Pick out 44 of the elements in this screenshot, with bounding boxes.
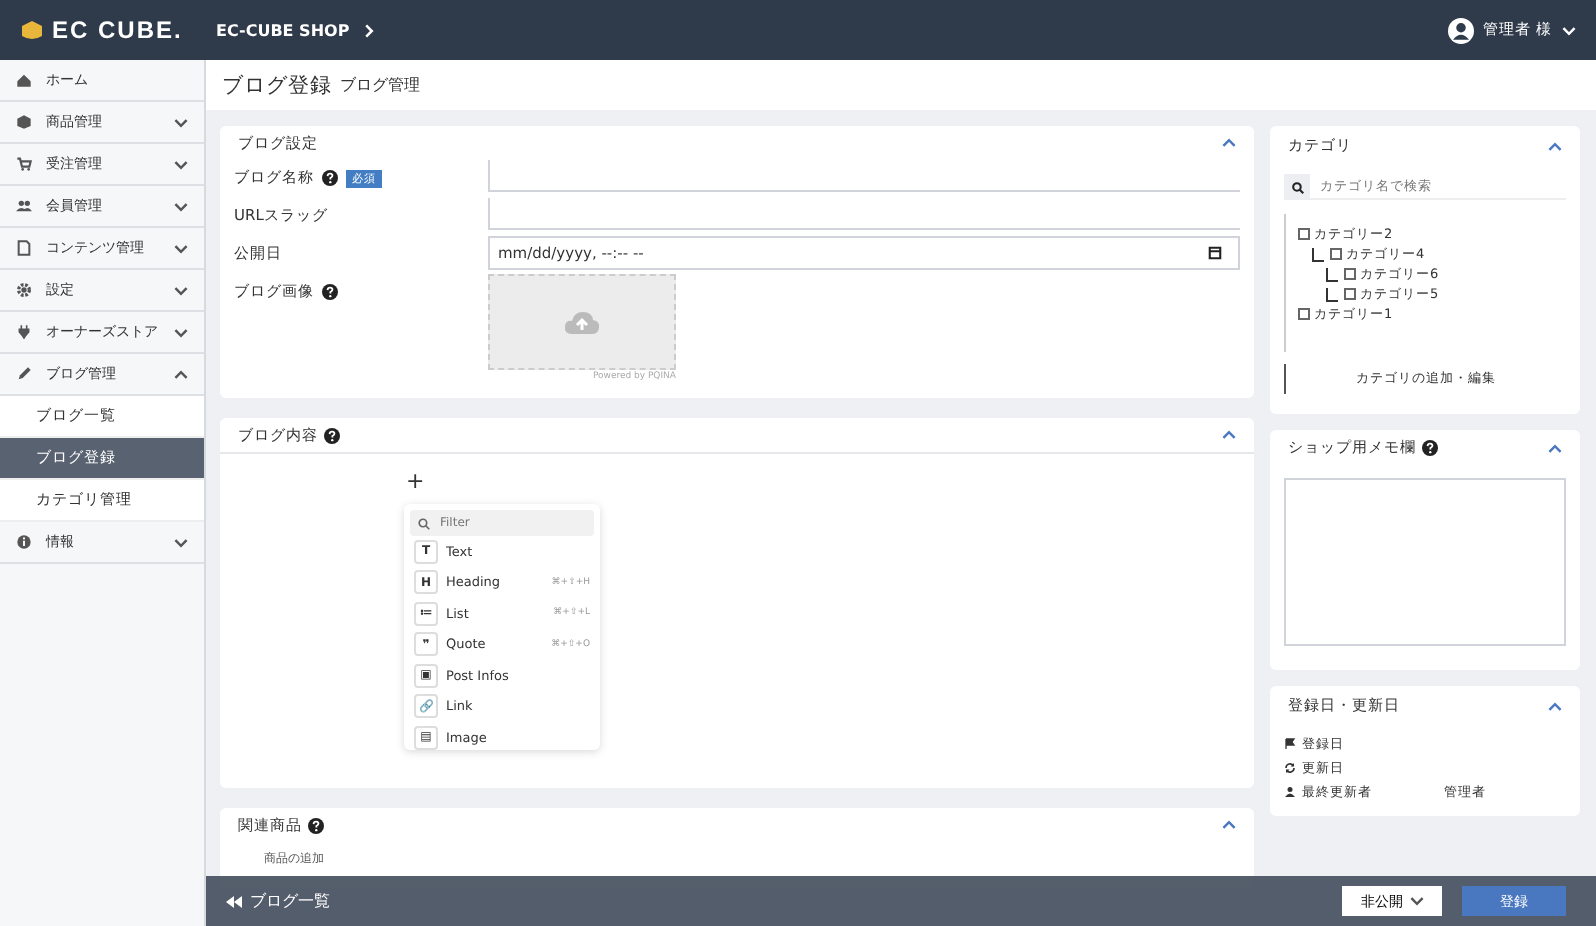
users-icon (16, 198, 32, 214)
chevron-up-icon[interactable] (1548, 443, 1562, 453)
back-link[interactable]: ブログ一覧 (226, 890, 330, 912)
page-title: ブログ登録 (222, 71, 332, 99)
help-icon[interactable] (324, 427, 340, 443)
chevron-up-icon[interactable] (174, 369, 188, 379)
checkbox[interactable] (1344, 268, 1356, 280)
chevron-up-icon[interactable] (1548, 141, 1562, 151)
settings-icon (16, 282, 32, 298)
search-icon (418, 517, 430, 529)
search-icon (1291, 181, 1303, 193)
checkbox[interactable] (1344, 288, 1356, 300)
help-icon[interactable] (322, 170, 338, 186)
checkbox[interactable] (1330, 248, 1342, 260)
text-field[interactable] (488, 198, 1240, 230)
add-block-button[interactable]: + (406, 468, 425, 494)
document-icon (16, 240, 32, 256)
home-icon (16, 72, 32, 88)
chevron-up-icon[interactable] (1222, 430, 1236, 440)
help-icon[interactable] (308, 817, 324, 833)
chevron-up-icon[interactable] (1222, 820, 1236, 830)
chevron-up-icon[interactable] (1222, 138, 1236, 148)
sync-icon (1284, 762, 1296, 774)
checkbox[interactable] (1298, 308, 1310, 320)
memo-field[interactable] (1284, 478, 1566, 646)
user-icon (1284, 786, 1296, 798)
help-icon[interactable] (1422, 440, 1438, 456)
pen-icon (16, 366, 32, 382)
info-icon (16, 534, 32, 550)
box-icon (16, 114, 32, 130)
shop-name[interactable]: EC-CUBE SHOP (216, 21, 350, 39)
double-arrow-left-icon (226, 895, 242, 907)
search-button[interactable] (1284, 174, 1310, 200)
chevron-up-icon[interactable] (1548, 701, 1562, 711)
page-subtitle: ブログ管理 (340, 74, 420, 96)
cart-icon (16, 156, 32, 172)
upload-cloud-icon (564, 309, 600, 335)
help-icon[interactable] (322, 284, 338, 300)
avatar-icon[interactable] (1447, 17, 1474, 43)
checkbox[interactable] (1298, 228, 1310, 240)
calendar-icon[interactable] (1208, 246, 1222, 260)
plug-icon (16, 324, 32, 340)
logo[interactable]: EC CUBE. (20, 16, 188, 44)
flag-icon (1284, 738, 1296, 750)
